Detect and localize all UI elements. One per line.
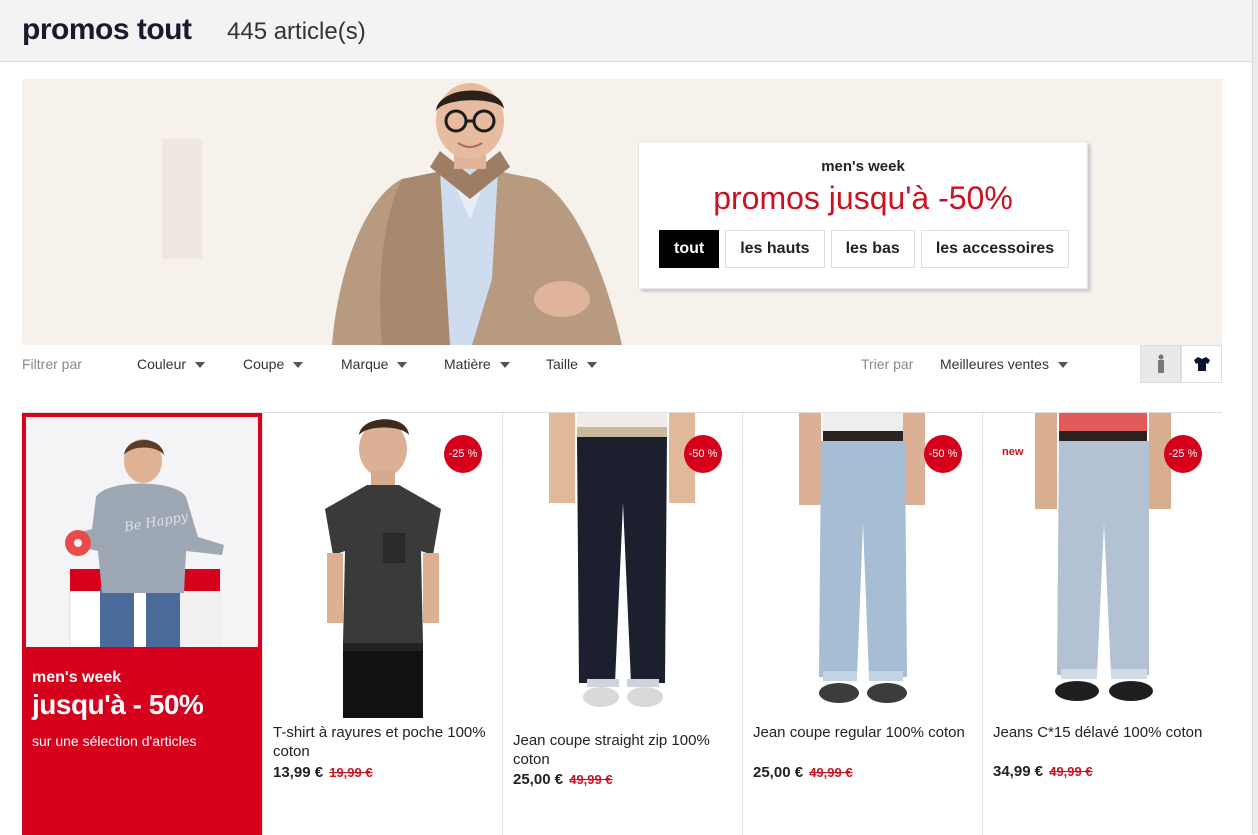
product-price: 25,00 € 49,99 € bbox=[753, 764, 853, 781]
product-name[interactable]: Jean coupe straight zip 100% coton bbox=[513, 731, 738, 769]
model-view-icon bbox=[1157, 354, 1164, 373]
discount-badge: -25 % bbox=[444, 435, 482, 473]
product-card[interactable]: new -25 % Jeans C*15 délavé 100% coton 3… bbox=[982, 413, 1222, 835]
product-view-icon bbox=[1193, 357, 1210, 371]
current-price: 13,99 € bbox=[273, 764, 324, 781]
chevron-down-icon bbox=[1057, 362, 1068, 369]
new-tag: new bbox=[1002, 446, 1024, 458]
filter-label: Filtrer par bbox=[22, 356, 82, 372]
wall-decoration bbox=[162, 139, 202, 259]
discount-badge: -50 % bbox=[924, 435, 962, 473]
promo-card-subtext: sur une sélection d'articles bbox=[32, 733, 197, 749]
product-card[interactable]: -25 % T-shirt à rayures et poche 100% co… bbox=[262, 413, 502, 835]
filter-marque-label: Marque bbox=[341, 356, 389, 372]
filter-bar: Filtrer par Couleur Coupe Marque Matière… bbox=[22, 345, 1222, 385]
hero-model-image bbox=[332, 83, 622, 345]
product-price: 34,99 € 49,99 € bbox=[993, 763, 1093, 780]
sort-label: Trier par bbox=[861, 356, 914, 372]
filter-taille-label: Taille bbox=[546, 356, 578, 372]
tab-tout[interactable]: tout bbox=[659, 230, 720, 268]
product-name[interactable]: Jean coupe regular 100% coton bbox=[753, 723, 978, 742]
chevron-down-icon bbox=[586, 362, 597, 369]
model-view-button[interactable] bbox=[1140, 345, 1181, 383]
promo-card[interactable]: Be Happy men's week jusqu'à - 50% sur un… bbox=[22, 413, 262, 835]
filter-couleur[interactable]: Couleur bbox=[137, 356, 206, 372]
product-card[interactable]: -50 % Jean coupe regular 100% coton 25,0… bbox=[742, 413, 982, 835]
promo-card-kicker: men's week bbox=[32, 669, 122, 686]
filter-matiere[interactable]: Matière bbox=[444, 356, 510, 372]
promo-card-headline: jusqu'à - 50% bbox=[32, 689, 204, 720]
old-price: 19,99 € bbox=[329, 765, 373, 780]
promo-headline: promos jusqu'à -50% bbox=[713, 180, 1013, 216]
promo-kicker: men's week bbox=[821, 158, 905, 175]
article-count: 445 article(s) bbox=[227, 18, 366, 45]
product-grid: Be Happy men's week jusqu'à - 50% sur un… bbox=[22, 412, 1222, 835]
filter-matiere-label: Matière bbox=[444, 356, 491, 372]
promo-panel: men's week promos jusqu'à -50% tout les … bbox=[638, 141, 1088, 289]
scrollbar[interactable] bbox=[1252, 0, 1258, 834]
current-price: 25,00 € bbox=[513, 771, 564, 788]
chevron-down-icon bbox=[293, 362, 304, 369]
tab-les-hauts[interactable]: les hauts bbox=[725, 230, 825, 268]
product-card[interactable]: -50 % Jean coupe straight zip 100% coton… bbox=[502, 413, 742, 835]
product-name[interactable]: T-shirt à rayures et poche 100% coton bbox=[273, 723, 498, 761]
filter-couleur-label: Couleur bbox=[137, 356, 187, 372]
old-price: 49,99 € bbox=[809, 765, 853, 780]
page-header: promos tout 445 article(s) bbox=[0, 0, 1258, 62]
filter-taille[interactable]: Taille bbox=[546, 356, 597, 372]
filter-coupe[interactable]: Coupe bbox=[243, 356, 304, 372]
promo-card-image: Be Happy bbox=[26, 417, 258, 647]
promo-tabs: tout les hauts les bas les accessoires bbox=[659, 230, 1070, 268]
product-price: 13,99 € 19,99 € bbox=[273, 764, 373, 781]
filter-coupe-label: Coupe bbox=[243, 356, 285, 372]
discount-badge: -25 % bbox=[1164, 435, 1202, 473]
product-view-button[interactable] bbox=[1181, 345, 1222, 383]
tab-les-bas[interactable]: les bas bbox=[830, 230, 915, 268]
filter-marque[interactable]: Marque bbox=[341, 356, 408, 372]
chevron-down-icon bbox=[397, 362, 408, 369]
chevron-down-icon bbox=[195, 362, 206, 369]
old-price: 49,99 € bbox=[1049, 764, 1093, 779]
old-price: 49,99 € bbox=[569, 772, 613, 787]
sort-value: Meilleures ventes bbox=[940, 356, 1049, 372]
product-price: 25,00 € 49,99 € bbox=[513, 771, 613, 788]
chevron-down-icon bbox=[499, 362, 510, 369]
page-title: promos tout bbox=[22, 13, 192, 46]
sort-select[interactable]: Meilleures ventes bbox=[940, 356, 1068, 372]
hero-banner: men's week promos jusqu'à -50% tout les … bbox=[22, 79, 1222, 345]
current-price: 25,00 € bbox=[753, 764, 804, 781]
tab-les-accessoires[interactable]: les accessoires bbox=[920, 230, 1070, 268]
current-price: 34,99 € bbox=[993, 763, 1044, 780]
discount-badge: -50 % bbox=[684, 435, 722, 473]
product-name[interactable]: Jeans C*15 délavé 100% coton bbox=[993, 723, 1218, 742]
